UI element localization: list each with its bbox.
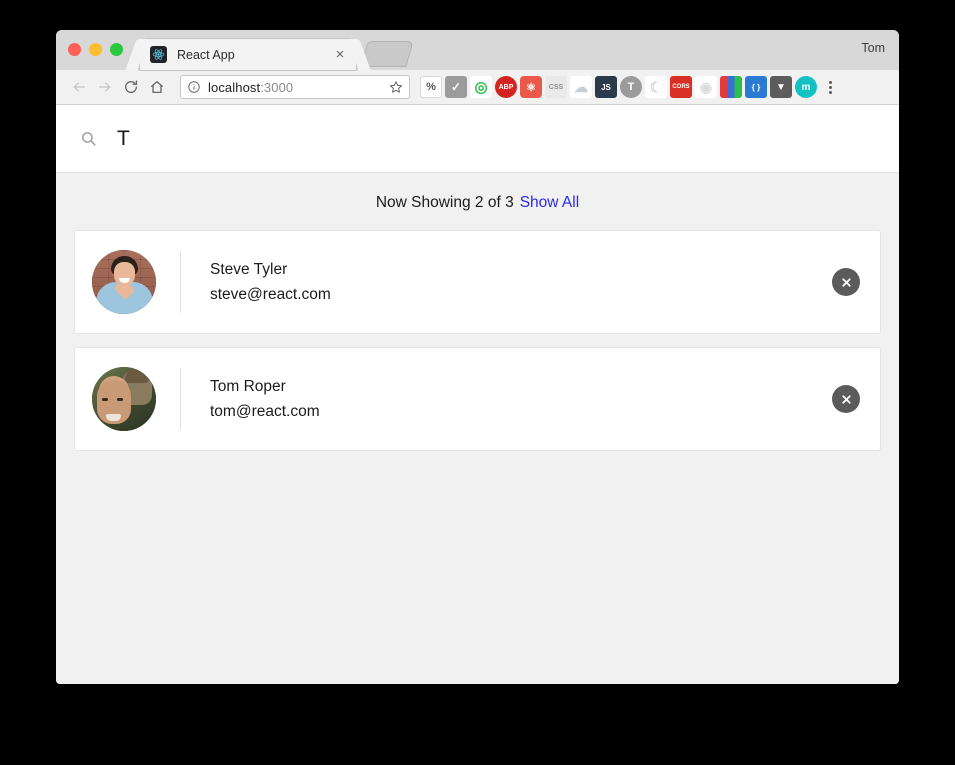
card-divider bbox=[180, 251, 181, 313]
css-viewer-extension-icon[interactable]: CSS bbox=[545, 76, 567, 98]
reload-icon[interactable] bbox=[118, 74, 144, 100]
card-divider bbox=[180, 368, 181, 430]
browser-toolbar: localhost:3000 % ✓ ◎ ABP ⚛ CSS ☁ JS T ☾ … bbox=[56, 70, 899, 105]
url-port: :3000 bbox=[260, 79, 294, 95]
react-logo-icon bbox=[150, 46, 167, 63]
checkmark-extension-icon[interactable]: ✓ bbox=[445, 76, 467, 98]
tampermonkey-extension-icon[interactable]: T bbox=[620, 76, 642, 98]
close-window-button[interactable] bbox=[68, 43, 81, 56]
results-summary: Now Showing 2 of 3 Show All bbox=[56, 173, 899, 217]
avatar bbox=[92, 250, 156, 314]
search-input[interactable] bbox=[117, 126, 899, 151]
chrome-menu-icon[interactable] bbox=[820, 75, 840, 99]
back-arrow-icon[interactable] bbox=[66, 74, 92, 100]
page-viewport: Now Showing 2 of 3 Show All Steve Tyler s… bbox=[56, 105, 899, 684]
forward-arrow-icon[interactable] bbox=[92, 74, 118, 100]
contact-email: tom@react.com bbox=[210, 402, 320, 420]
maximize-window-button[interactable] bbox=[110, 43, 123, 56]
percent-extension-icon[interactable]: % bbox=[420, 76, 442, 98]
contact-name: Tom Roper bbox=[210, 377, 286, 395]
tab-strip: React App × Tom bbox=[56, 30, 899, 70]
extensions-bar: % ✓ ◎ ABP ⚛ CSS ☁ JS T ☾ CORS ◉ { } ▼ m bbox=[416, 75, 891, 99]
url-host: localhost bbox=[208, 79, 261, 95]
contact-info: Tom Roper tom@react.com bbox=[210, 378, 832, 421]
window-traffic-lights bbox=[68, 43, 123, 56]
pocket-extension-icon[interactable]: ▼ bbox=[770, 76, 792, 98]
close-tab-button[interactable]: × bbox=[332, 47, 348, 63]
show-all-link[interactable]: Show All bbox=[520, 194, 579, 211]
target-extension-icon[interactable]: ◉ bbox=[695, 76, 717, 98]
colorzilla-extension-icon[interactable] bbox=[720, 76, 742, 98]
search-icon bbox=[80, 130, 97, 147]
results-count-text: Now Showing 2 of 3 bbox=[375, 194, 514, 211]
delete-contact-button[interactable] bbox=[832, 385, 860, 413]
page-info-icon[interactable] bbox=[187, 80, 201, 94]
browser-tab[interactable]: React App × bbox=[140, 39, 356, 70]
contact-card[interactable]: Steve Tyler steve@react.com bbox=[74, 230, 881, 334]
contact-name: Steve Tyler bbox=[210, 260, 288, 278]
bookmark-star-icon[interactable] bbox=[389, 80, 403, 94]
adblock-plus-extension-icon[interactable]: ABP bbox=[495, 76, 517, 98]
address-bar[interactable]: localhost:3000 bbox=[180, 75, 410, 99]
tab-title: React App bbox=[177, 47, 235, 62]
moon-extension-icon[interactable]: ☾ bbox=[645, 76, 667, 98]
contact-card[interactable]: Tom Roper tom@react.com bbox=[74, 347, 881, 451]
minimize-window-button[interactable] bbox=[89, 43, 102, 56]
contact-email: steve@react.com bbox=[210, 285, 331, 303]
browser-window: React App × Tom localhost:3000 % ✓ ◎ ABP… bbox=[56, 30, 899, 684]
react-devtools-extension-icon[interactable]: ⚛ bbox=[520, 76, 542, 98]
search-bar bbox=[56, 105, 899, 173]
cors-extension-icon[interactable]: CORS bbox=[670, 76, 692, 98]
momentum-extension-icon[interactable]: m bbox=[795, 76, 817, 98]
javascript-toggle-extension-icon[interactable]: JS bbox=[595, 76, 617, 98]
ghostery-extension-icon[interactable]: ◎ bbox=[470, 76, 492, 98]
contact-info: Steve Tyler steve@react.com bbox=[210, 261, 832, 304]
json-viewer-extension-icon[interactable]: { } bbox=[745, 76, 767, 98]
chrome-profile-name[interactable]: Tom bbox=[861, 41, 885, 55]
avatar bbox=[92, 367, 156, 431]
cloud-extension-icon[interactable]: ☁ bbox=[570, 76, 592, 98]
home-icon[interactable] bbox=[144, 74, 170, 100]
url-text: localhost:3000 bbox=[208, 80, 389, 95]
delete-contact-button[interactable] bbox=[832, 268, 860, 296]
